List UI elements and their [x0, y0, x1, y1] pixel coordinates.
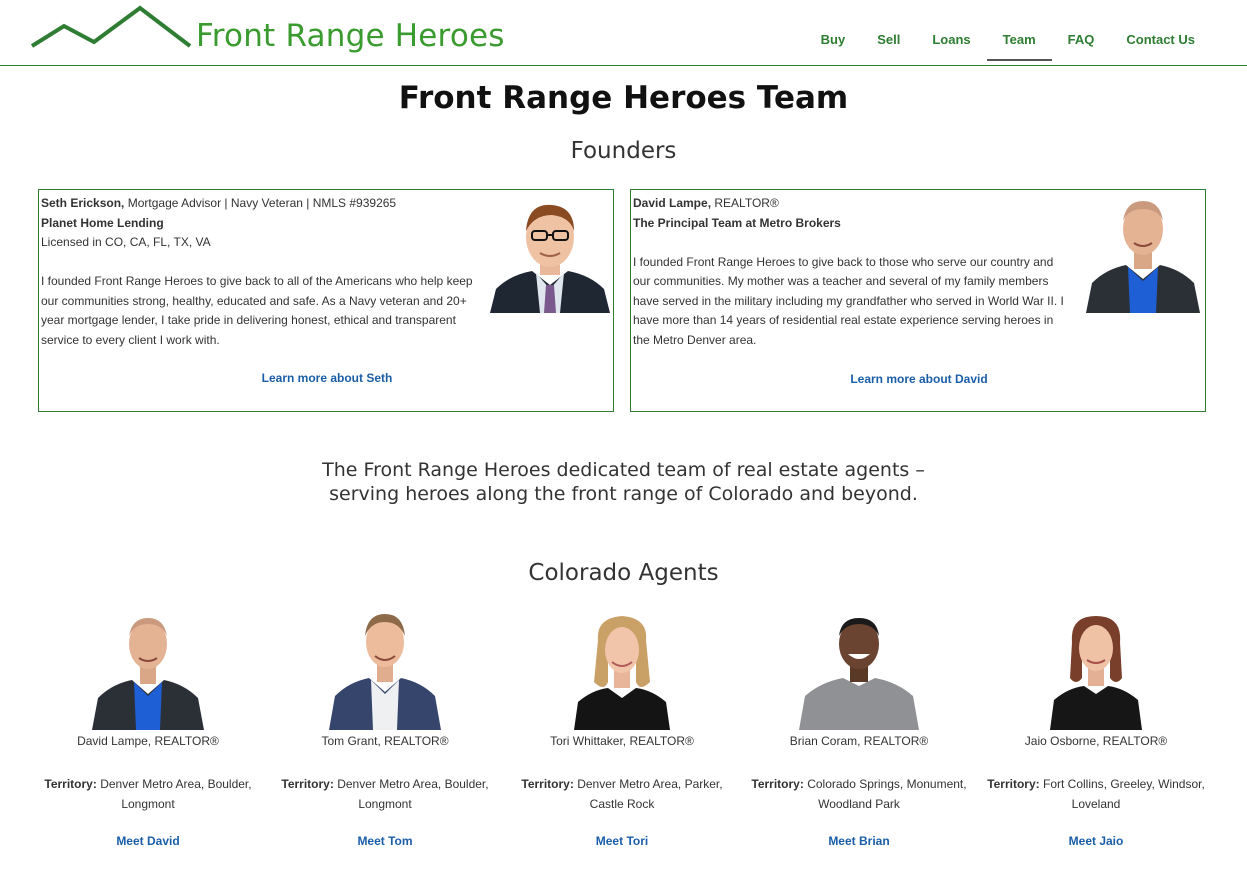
founder-photo-david	[1084, 193, 1202, 313]
page-title: Front Range Heroes Team	[398, 80, 849, 116]
founder-photo-seth	[490, 193, 610, 313]
agent-name: Tom Grant, REALTOR®	[321, 734, 449, 748]
learn-more-david-link[interactable]: Learn more about David	[631, 372, 1207, 386]
founder-name: David Lampe,	[633, 196, 712, 210]
founders-heading: Founders	[570, 138, 677, 164]
agent-name: Jaio Osborne, REALTOR®	[1024, 734, 1168, 748]
agent-name: Brian Coram, REALTOR®	[789, 734, 929, 748]
agent-photo-david	[88, 610, 208, 730]
meet-brian-link[interactable]: Meet Brian	[741, 834, 977, 848]
site-logo[interactable]: Front Range Heroes	[30, 4, 504, 60]
meet-jaio-link[interactable]: Meet Jaio	[978, 834, 1214, 848]
meet-tom-link[interactable]: Meet Tom	[267, 834, 503, 848]
meet-tori-link[interactable]: Meet Tori	[504, 834, 740, 848]
nav-team[interactable]: Team	[986, 22, 1052, 61]
founder-name: Seth Erickson,	[41, 196, 125, 210]
founder-title: Mortgage Advisor | Navy Veteran | NMLS #…	[127, 196, 397, 210]
founder-card-seth: Seth Erickson, Mortgage Advisor | Navy V…	[38, 189, 614, 412]
agent-card-jaio: Jaio Osborne, REALTOR® Territory: Fort C…	[978, 610, 1214, 848]
tagline-line-1: The Front Range Heroes dedicated team of…	[322, 459, 925, 481]
agent-territory: Territory: Denver Metro Area, Boulder, L…	[44, 777, 252, 811]
nav-faq[interactable]: FAQ	[1052, 22, 1111, 61]
tagline-line-2: serving heroes along the front range of …	[329, 483, 918, 505]
founder-bio: I founded Front Range Heroes to give bac…	[633, 254, 1064, 347]
main-nav: Buy Sell Loans Team FAQ Contact Us	[805, 22, 1211, 61]
founder-card-david: David Lampe, REALTOR® The Principal Team…	[630, 189, 1206, 412]
founder-company: The Principal Team at Metro Brokers	[633, 215, 841, 230]
agent-photo-tom	[325, 610, 445, 730]
agent-card-david: David Lampe, REALTOR® Territory: Denver …	[30, 610, 266, 848]
site-header: Front Range Heroes Buy Sell Loans Team F…	[0, 0, 1247, 66]
agent-photo-jaio	[1036, 610, 1156, 730]
founder-info: David Lampe, REALTOR® The Principal Team…	[633, 194, 1073, 350]
agent-name: Tori Whittaker, REALTOR®	[550, 734, 694, 748]
colorado-agents-heading: Colorado Agents	[528, 560, 719, 586]
agent-territory: Territory: Denver Metro Area, Boulder, L…	[281, 777, 489, 811]
agent-card-brian: Brian Coram, REALTOR® Territory: Colorad…	[741, 610, 977, 848]
agents-grid: David Lampe, REALTOR® Territory: Denver …	[30, 610, 1220, 860]
founder-info: Seth Erickson, Mortgage Advisor | Navy V…	[41, 194, 481, 350]
founder-bio: I founded Front Range Heroes to give bac…	[41, 274, 473, 347]
team-tagline: The Front Range Heroes dedicated team of…	[0, 458, 1247, 506]
nav-contact-us[interactable]: Contact Us	[1110, 22, 1211, 61]
founder-company: Planet Home Lending	[41, 215, 164, 230]
agent-photo-tori	[562, 610, 682, 730]
nav-sell[interactable]: Sell	[861, 22, 916, 61]
agent-territory: Territory: Denver Metro Area, Parker, Ca…	[521, 777, 723, 811]
agent-territory: Territory: Fort Collins, Greeley, Windso…	[987, 777, 1205, 811]
agent-card-tori: Tori Whittaker, REALTOR® Territory: Denv…	[504, 610, 740, 848]
founder-licensed: Licensed in CO, CA, FL, TX, VA	[41, 235, 211, 249]
logo-text: Front Range Heroes	[196, 18, 505, 54]
nav-buy[interactable]: Buy	[805, 22, 862, 61]
agent-territory: Territory: Colorado Springs, Monument, W…	[751, 777, 967, 811]
agent-photo-brian	[799, 610, 919, 730]
mountain-logo-icon	[30, 5, 192, 48]
founder-title: REALTOR®	[714, 196, 779, 210]
agent-card-tom: Tom Grant, REALTOR® Territory: Denver Me…	[267, 610, 503, 848]
agent-name: David Lampe, REALTOR®	[77, 734, 219, 748]
meet-david-link[interactable]: Meet David	[30, 834, 266, 848]
nav-loans[interactable]: Loans	[916, 22, 986, 61]
learn-more-seth-link[interactable]: Learn more about Seth	[39, 371, 615, 385]
